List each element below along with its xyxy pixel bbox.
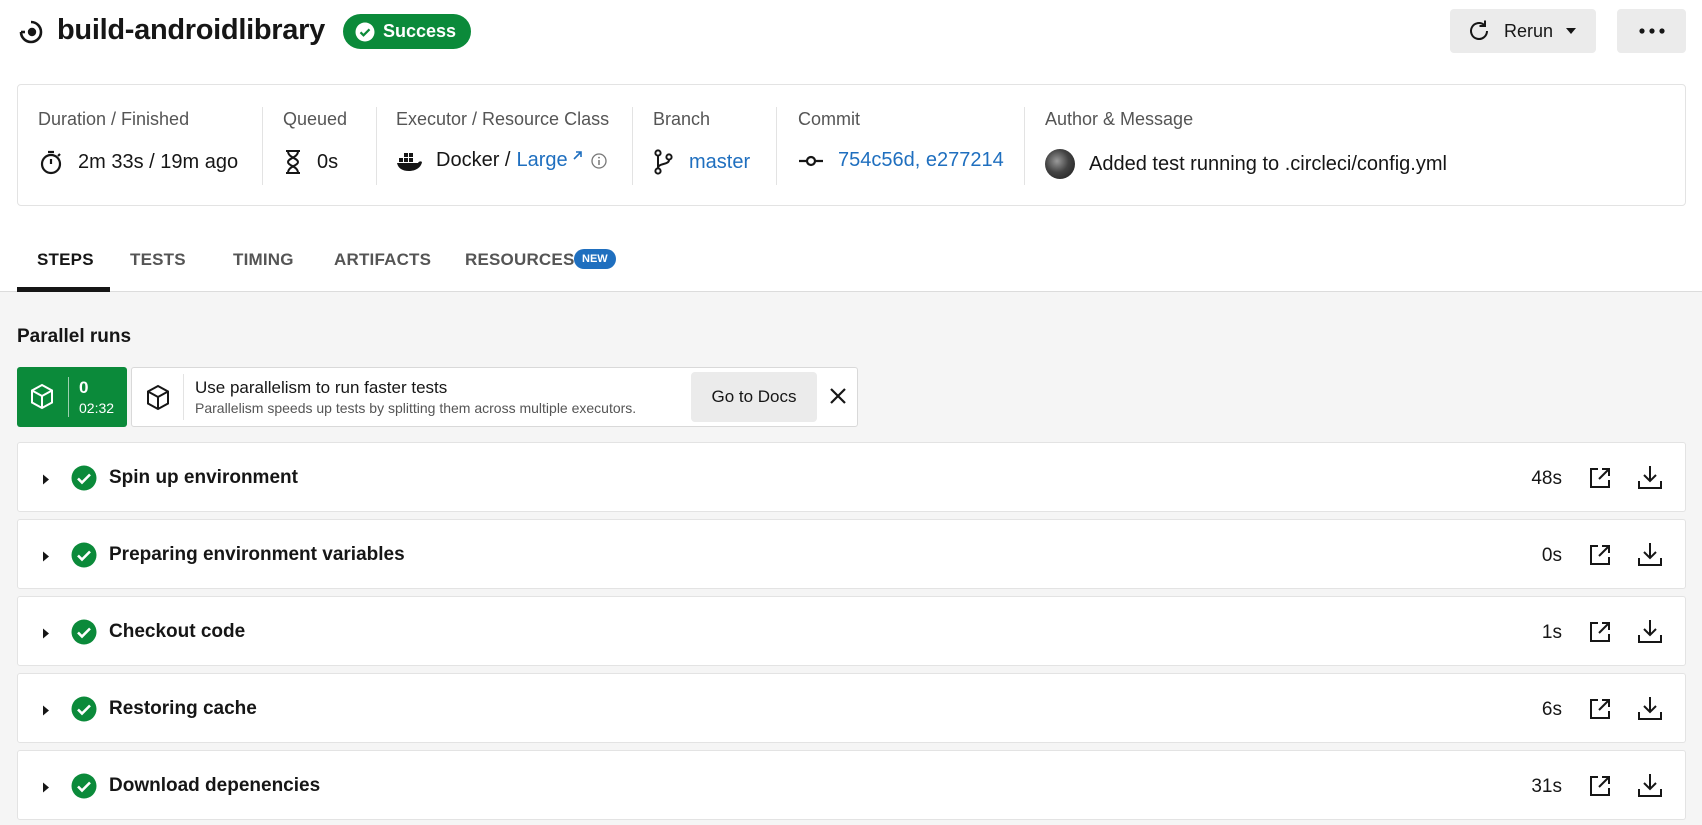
branch-label: Branch [653,109,711,129]
job-info-card: Duration / Finished 2m 33s / 19m ago Que… [17,84,1686,206]
open-external-icon[interactable] [1588,466,1612,495]
promo-subtitle: Parallelism speeds up tests by splitting… [195,400,637,416]
commit-link[interactable]: 754c56d, e277214 [838,149,1004,172]
queued-label: Queued [283,109,348,129]
job-tabs: STEPS TESTS TIMING ARTIFACTS RESOURCES N… [0,227,1702,292]
executor-value: Docker / [436,149,511,171]
run-time: 02:32 [79,400,115,416]
success-check-icon [71,619,97,650]
more-options-button[interactable] [1617,9,1686,53]
rerun-button[interactable]: Rerun [1450,9,1596,53]
success-check-icon [71,465,97,496]
parallel-runs-title: Parallel runs [17,326,132,347]
step-row[interactable]: Restoring cache 6s [17,673,1686,743]
close-icon[interactable] [828,386,848,411]
step-name: Preparing environment variables [109,544,405,565]
tab-tests[interactable]: TESTS [130,250,186,270]
executor-label: Executor / Resource Class [396,109,610,129]
steps-panel: Parallel runs 0 02:32 Use parallelism to… [0,292,1702,825]
tab-steps[interactable]: STEPS [37,250,94,270]
step-duration: 6s [1541,699,1562,720]
step-duration: 31s [1531,776,1562,797]
step-duration: 48s [1531,468,1562,489]
duration-label: Duration / Finished [38,109,190,129]
open-external-icon[interactable] [1588,543,1612,572]
status-text: Success [383,21,457,41]
info-icon[interactable] [590,152,607,169]
parallel-run-tile[interactable]: 0 02:32 [17,367,127,427]
step-name: Spin up environment [109,467,298,488]
run-index: 0 [79,378,89,397]
step-row[interactable]: Preparing environment variables 0s [17,519,1686,589]
step-row[interactable]: Checkout code 1s [17,596,1686,666]
commit-icon [798,154,824,168]
parallelism-promo: Use parallelism to run faster tests Para… [131,367,858,427]
step-duration: 0s [1541,545,1562,566]
download-icon[interactable] [1637,618,1663,649]
stopwatch-icon [38,149,64,175]
job-header: build-androidlibrary Success Rerun [0,0,1702,64]
commit-label: Commit [798,109,860,129]
promo-title: Use parallelism to run faster tests [195,378,448,397]
open-external-icon[interactable] [1588,697,1612,726]
step-name: Restoring cache [109,698,257,719]
cube-icon [29,383,55,416]
chevron-right-icon[interactable] [42,472,50,490]
commit-message: Added test running to .circleci/config.y… [1089,152,1447,175]
branch-link[interactable]: master [689,151,750,174]
external-arrow-icon [573,151,582,160]
chevron-right-icon[interactable] [42,780,50,798]
download-icon[interactable] [1637,695,1663,726]
rerun-label: Rerun [1504,20,1554,41]
branch-icon [653,149,675,175]
check-circle-icon [355,22,375,41]
step-name: Download depenencies [109,775,321,796]
chevron-right-icon[interactable] [42,549,50,567]
download-icon[interactable] [1637,772,1663,803]
go-to-docs-button[interactable]: Go to Docs [691,372,817,422]
open-external-icon[interactable] [1588,774,1612,803]
resource-class-link[interactable]: Large [516,149,567,172]
author-label: Author & Message [1045,109,1194,129]
open-external-icon[interactable] [1588,620,1612,649]
download-icon[interactable] [1637,464,1663,495]
chevron-down-icon [1566,28,1577,34]
status-badge: Success [343,14,472,49]
job-status-icon [18,19,44,45]
new-badge: NEW [574,249,616,269]
docker-icon [396,150,422,172]
tab-resources[interactable]: RESOURCES [465,250,575,270]
duration-value: 2m 33s / 19m ago [78,150,239,173]
success-check-icon [71,696,97,727]
refresh-icon [1470,20,1488,40]
download-icon[interactable] [1637,541,1663,572]
step-name: Checkout code [109,621,246,642]
queued-value: 0s [317,150,339,173]
step-row[interactable]: Download depenencies 31s [17,750,1686,820]
hourglass-icon [283,149,303,175]
job-title: build-androidlibrary [57,14,325,46]
cube-icon [145,384,171,417]
success-check-icon [71,542,97,573]
more-dots-icon [1638,28,1665,34]
success-check-icon [71,773,97,804]
tab-timing[interactable]: TIMING [233,250,294,270]
step-row[interactable]: Spin up environment 48s [17,442,1686,512]
author-avatar[interactable] [1045,149,1075,179]
step-duration: 1s [1541,622,1562,643]
chevron-right-icon[interactable] [42,703,50,721]
tab-artifacts[interactable]: ARTIFACTS [334,250,431,270]
chevron-right-icon[interactable] [42,626,50,644]
